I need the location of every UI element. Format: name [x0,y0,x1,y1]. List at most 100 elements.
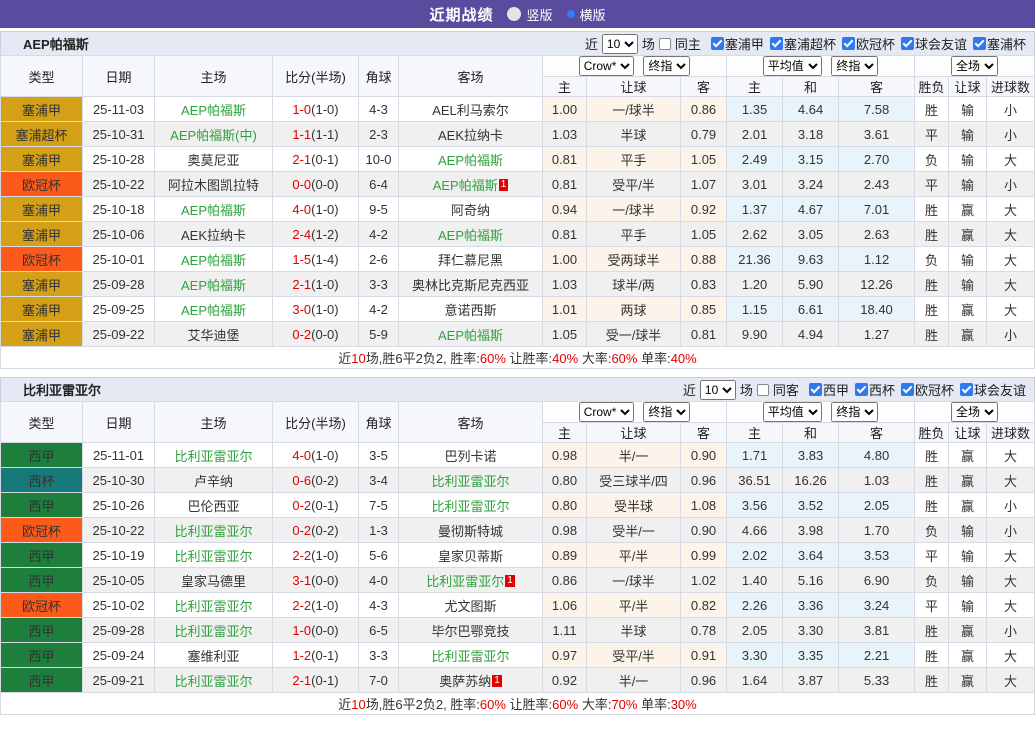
team-link[interactable]: 比利亚雷亚尔 [431,649,509,664]
team-link[interactable]: AEP帕福斯 [181,253,246,268]
bookmaker-select[interactable]: Crow* [579,402,634,422]
checked-checkbox-icon[interactable] [901,37,914,50]
team-link[interactable]: 塞维利亚 [187,649,239,664]
away-team[interactable]: AEP帕福斯 [399,322,543,347]
away-team[interactable]: 毕尔巴鄂竞技 [399,618,543,643]
team-link[interactable]: 毕尔巴鄂竞技 [431,624,509,639]
team-link[interactable]: AEP帕福斯 [433,178,498,193]
same-venue-checkbox[interactable] [659,38,671,50]
checked-checkbox-icon[interactable] [960,383,973,396]
team-link[interactable]: 比利亚雷亚尔 [174,449,252,464]
home-team[interactable]: 比利亚雷亚尔 [155,518,273,543]
team-link[interactable]: 比利亚雷亚尔 [174,674,252,689]
away-team[interactable]: 皇家贝蒂斯 [399,543,543,568]
checked-checkbox-icon[interactable] [770,37,783,50]
team-link[interactable]: 比利亚雷亚尔 [431,499,509,514]
home-team[interactable]: 塞维利亚 [155,643,273,668]
team-link[interactable]: AEP帕福斯 [438,153,503,168]
checked-checkbox-icon[interactable] [855,383,868,396]
home-team[interactable]: AEK拉纳卡 [155,222,273,247]
away-team[interactable]: 尤文图斯 [399,593,543,618]
home-team[interactable]: AEP帕福斯 [155,297,273,322]
checked-checkbox-icon[interactable] [973,37,986,50]
home-team[interactable]: AEP帕福斯 [155,247,273,272]
team-link[interactable]: 艾华迪堡 [187,328,239,343]
league-filter-item[interactable]: 西甲 [809,380,849,399]
team-link[interactable]: AEP帕福斯 [438,328,503,343]
average-select[interactable]: 平均值 [763,402,822,422]
average-index-select[interactable]: 终指 [831,402,878,422]
team-link[interactable]: 比利亚雷亚尔 [174,599,252,614]
average-select[interactable]: 平均值 [763,56,822,76]
team-link[interactable]: 拜仁慕尼黑 [438,253,503,268]
bookmaker-index-select[interactable]: 终指 [643,56,690,76]
team-link[interactable]: AEP帕福斯 [181,278,246,293]
away-team[interactable]: 意诺西斯 [399,297,543,322]
away-team[interactable]: AEP帕福斯 [399,147,543,172]
home-team[interactable]: AEP帕福斯(中) [155,122,273,147]
away-team[interactable]: AEK拉纳卡 [399,122,543,147]
team-link[interactable]: AEP帕福斯 [181,103,246,118]
away-team[interactable]: 阿奇纳 [399,197,543,222]
scope-select[interactable]: 全场 [951,56,998,76]
away-team[interactable]: 拜仁慕尼黑 [399,247,543,272]
away-team[interactable]: 奥林比克斯尼克西亚 [399,272,543,297]
team-link[interactable]: 奥萨苏纳 [439,674,491,689]
home-team[interactable]: 比利亚雷亚尔 [155,543,273,568]
team-link[interactable]: AEK拉纳卡 [438,128,503,143]
team-link[interactable]: AEL利马索尔 [432,103,509,118]
league-filter-item[interactable]: 欧冠杯 [901,380,954,399]
away-team[interactable]: 比利亚雷亚尔 [399,643,543,668]
team-link[interactable]: AEP帕福斯 [181,203,246,218]
home-team[interactable]: AEP帕福斯 [155,272,273,297]
home-team[interactable]: 比利亚雷亚尔 [155,618,273,643]
league-filter-item[interactable]: 塞浦超杯 [770,34,836,53]
team-link[interactable]: 曼彻斯特城 [438,524,503,539]
team-link[interactable]: AEK拉纳卡 [181,228,246,243]
team-link[interactable]: 尤文图斯 [444,599,496,614]
team-link[interactable]: 巴伦西亚 [187,499,239,514]
home-team[interactable]: 比利亚雷亚尔 [155,443,273,468]
team-link[interactable]: 比利亚雷亚尔 [174,624,252,639]
away-team[interactable]: 比利亚雷亚尔1 [399,568,543,593]
home-team[interactable]: 皇家马德里 [155,568,273,593]
league-filter-item[interactable]: 球会友谊 [960,380,1026,399]
team-link[interactable]: 比利亚雷亚尔 [431,474,509,489]
team-link[interactable]: 皇家贝蒂斯 [438,549,503,564]
away-team[interactable]: AEP帕福斯1 [399,172,543,197]
recent-count-select[interactable]: 10 [700,380,736,400]
checked-checkbox-icon[interactable] [842,37,855,50]
away-team[interactable]: AEL利马索尔 [399,97,543,122]
team-link[interactable]: 阿奇纳 [451,203,490,218]
away-team[interactable]: 巴列卡诺 [399,443,543,468]
checked-checkbox-icon[interactable] [809,383,822,396]
same-venue-checkbox[interactable] [757,384,769,396]
away-team[interactable]: 比利亚雷亚尔 [399,468,543,493]
team-link[interactable]: 比利亚雷亚尔 [426,574,504,589]
league-filter-item[interactable]: 塞浦甲 [711,34,764,53]
checked-checkbox-icon[interactable] [901,383,914,396]
team-link[interactable]: 卢辛纳 [194,474,233,489]
home-team[interactable]: 奥莫尼亚 [155,147,273,172]
layout-horizontal-radio[interactable]: 横版 [567,5,606,24]
away-team[interactable]: 奥萨苏纳1 [399,668,543,693]
home-team[interactable]: 阿拉木图凯拉特 [155,172,273,197]
home-team[interactable]: AEP帕福斯 [155,197,273,222]
home-team[interactable]: 卢辛纳 [155,468,273,493]
away-team[interactable]: 曼彻斯特城 [399,518,543,543]
team-link[interactable]: 巴列卡诺 [444,449,496,464]
recent-count-select[interactable]: 10 [602,34,638,54]
league-filter-item[interactable]: 塞浦杯 [973,34,1026,53]
home-team[interactable]: 巴伦西亚 [155,493,273,518]
layout-vertical-radio[interactable]: 竖版 [507,5,552,24]
team-link[interactable]: AEP帕福斯 [181,303,246,318]
team-link[interactable]: 奥莫尼亚 [187,153,239,168]
team-link[interactable]: AEP帕福斯 [438,228,503,243]
league-filter-item[interactable]: 西杯 [855,380,895,399]
team-link[interactable]: 阿拉木图凯拉特 [168,178,259,193]
home-team[interactable]: 艾华迪堡 [155,322,273,347]
team-link[interactable]: AEP帕福斯(中) [170,128,257,143]
home-team[interactable]: 比利亚雷亚尔 [155,593,273,618]
away-team[interactable]: AEP帕福斯 [399,222,543,247]
bookmaker-select[interactable]: Crow* [579,56,634,76]
